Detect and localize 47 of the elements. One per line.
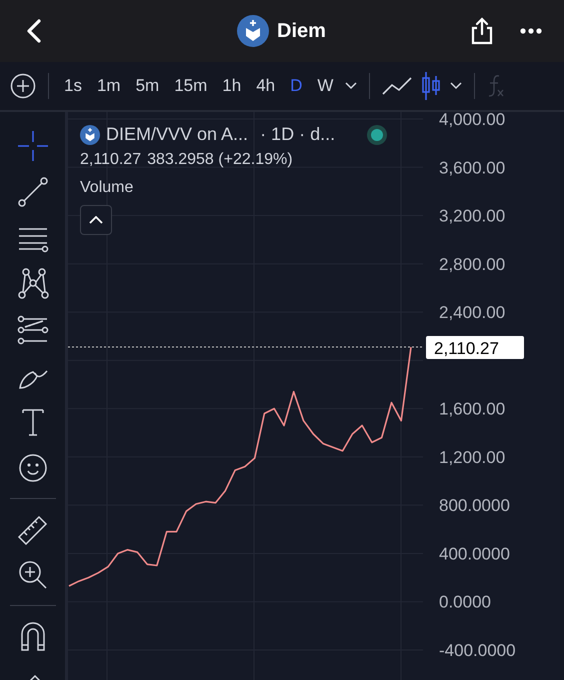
axis-label: 400.0000	[439, 544, 510, 564]
app-title: Diem	[277, 20, 326, 42]
interval-tab[interactable]: D	[287, 74, 306, 98]
line-chart-icon[interactable]	[382, 76, 412, 96]
axis-label: 1,600.00	[439, 400, 506, 419]
price-label: 2,110.27	[426, 336, 524, 360]
interval-tab[interactable]: 15m	[171, 74, 210, 98]
axis-label: 2,400.00	[439, 303, 506, 322]
emoji-icon[interactable]	[16, 452, 48, 484]
axis-label: 1,200.00	[439, 448, 506, 467]
collapse-button[interactable]	[80, 205, 112, 235]
chevron-down-icon[interactable]	[345, 82, 358, 90]
fib-icon[interactable]	[16, 314, 48, 346]
candlestick-icon[interactable]	[421, 71, 442, 101]
trend-line-icon[interactable]	[16, 176, 48, 208]
interval-tab[interactable]: 1s	[61, 74, 85, 98]
crosshair-icon[interactable]	[16, 130, 48, 162]
more-icon[interactable]	[520, 28, 542, 34]
axis-label: 3,600.00	[439, 158, 506, 178]
logo-icon	[237, 15, 269, 47]
back-icon[interactable]	[26, 19, 42, 43]
chevron-down-icon[interactable]	[450, 82, 462, 90]
symbol-meta: · 1D · d...	[260, 124, 336, 145]
ruler-icon[interactable]	[16, 513, 48, 545]
chevron-up-icon	[89, 216, 103, 224]
add-icon[interactable]	[10, 73, 36, 99]
interval-tab[interactable]: 4h	[253, 74, 278, 98]
logo-icon	[80, 124, 100, 144]
zoom-icon[interactable]	[16, 559, 48, 591]
symbol-name: DIEM/VVV on A...	[106, 124, 248, 145]
share-icon[interactable]	[470, 17, 494, 45]
interval-tab[interactable]: 1h	[219, 74, 244, 98]
axis-label: 3,200.00	[439, 206, 506, 226]
pattern-icon[interactable]	[16, 268, 48, 300]
axis-label: -400.0000	[439, 641, 516, 660]
indicator-name: Volume	[80, 179, 134, 197]
interval-tab[interactable]: 5m	[132, 74, 162, 98]
last-price: 2,110.27	[80, 151, 142, 169]
axis-label: 800.0000	[439, 496, 510, 516]
axis-label: 2,800.00	[439, 254, 506, 274]
status-dot	[371, 128, 384, 140]
ref-line-label: 2,110.27	[434, 339, 499, 358]
axis-label: 0.0000	[439, 592, 491, 612]
price-change: 383.2958 (+22.19%)	[147, 151, 293, 169]
interval-tab[interactable]: W	[314, 74, 336, 98]
interval-tab[interactable]: 1m	[94, 74, 124, 98]
axis-label: 4,000.00	[439, 112, 506, 129]
